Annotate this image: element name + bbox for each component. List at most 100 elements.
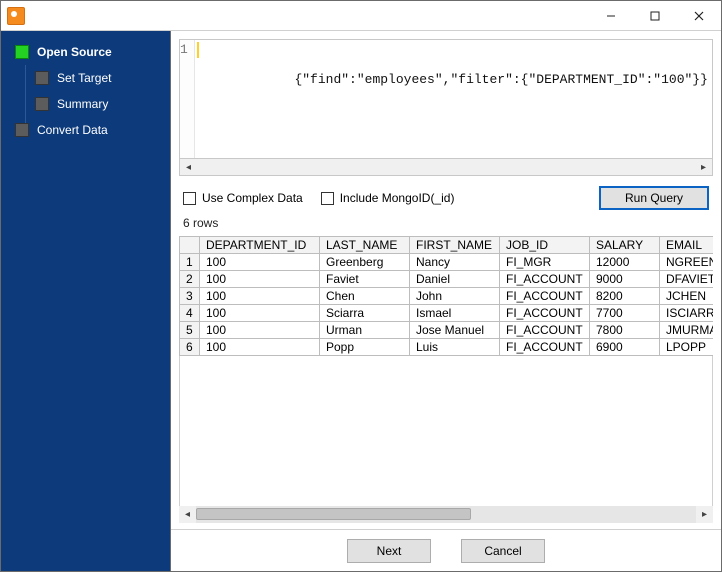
- include-mongoid-checkbox[interactable]: Include MongoID(_id): [321, 191, 455, 205]
- table-cell[interactable]: FI_ACCOUNT: [500, 339, 590, 356]
- column-header[interactable]: EMAIL: [660, 237, 714, 254]
- query-toolbar: Use Complex Data Include MongoID(_id) Ru…: [171, 176, 721, 214]
- table-cell[interactable]: FI_MGR: [500, 254, 590, 271]
- use-complex-data-checkbox[interactable]: Use Complex Data: [183, 191, 303, 205]
- table-cell[interactable]: JCHEN: [660, 288, 714, 305]
- column-label: LAST_NAME: [326, 238, 397, 252]
- titlebar: [1, 1, 721, 31]
- table-cell[interactable]: 12000: [590, 254, 660, 271]
- table-cell[interactable]: Daniel: [410, 271, 500, 288]
- row-number-cell: 2: [180, 271, 200, 288]
- column-header[interactable]: DEPARTMENT_ID: [200, 237, 320, 254]
- table-cell[interactable]: Luis: [410, 339, 500, 356]
- column-label: JOB_ID: [506, 238, 548, 252]
- sidebar-item-summary[interactable]: Summary: [1, 91, 170, 117]
- table-cell[interactable]: 100: [200, 305, 320, 322]
- table-cell[interactable]: Popp: [320, 339, 410, 356]
- minimize-button[interactable]: [589, 1, 633, 31]
- close-button[interactable]: [677, 1, 721, 31]
- table-header-row: DEPARTMENT_ID LAST_NAME FIRST_NAME JOB_I…: [180, 237, 714, 254]
- row-count-label: 6 rows: [171, 214, 721, 236]
- table-cell[interactable]: JMURMAN: [660, 322, 714, 339]
- column-header[interactable]: SALARY: [590, 237, 660, 254]
- cancel-button[interactable]: Cancel: [461, 539, 545, 563]
- table-cell[interactable]: ISCIARRA: [660, 305, 714, 322]
- column-label: FIRST_NAME: [416, 238, 492, 252]
- app-window: Open Source Set Target Summary Convert D…: [0, 0, 722, 572]
- table-cell[interactable]: FI_ACCOUNT: [500, 322, 590, 339]
- table-row[interactable]: 1100GreenbergNancyFI_MGR12000NGREENBE1: [180, 254, 714, 271]
- button-label: Cancel: [484, 544, 521, 558]
- table-cell[interactable]: 8200: [590, 288, 660, 305]
- editor-horizontal-scrollbar[interactable]: ◂ ▸: [179, 159, 713, 176]
- step-marker-icon: [35, 71, 49, 85]
- table-cell[interactable]: LPOPP: [660, 339, 714, 356]
- sidebar-item-label: Set Target: [57, 71, 111, 85]
- table-row[interactable]: 4100SciarraIsmaelFI_ACCOUNT7700ISCIARRA1: [180, 305, 714, 322]
- table-horizontal-scrollbar[interactable]: ◂ ▸: [179, 506, 713, 523]
- table-cell[interactable]: John: [410, 288, 500, 305]
- editor-code[interactable]: {"find":"employees","filter":{"DEPARTMEN…: [195, 40, 713, 158]
- table-cell[interactable]: 100: [200, 288, 320, 305]
- wizard-sidebar: Open Source Set Target Summary Convert D…: [1, 31, 171, 571]
- editor-gutter: 1: [180, 40, 195, 158]
- sidebar-item-open-source[interactable]: Open Source: [1, 39, 170, 65]
- table-cell[interactable]: DFAVIET: [660, 271, 714, 288]
- row-number-cell: 4: [180, 305, 200, 322]
- caret-icon: [197, 42, 199, 58]
- table-cell[interactable]: Chen: [320, 288, 410, 305]
- wizard-footer: Next Cancel: [171, 529, 721, 571]
- table-row[interactable]: 3100ChenJohnFI_ACCOUNT8200JCHEN1: [180, 288, 714, 305]
- maximize-icon: [650, 11, 660, 21]
- scroll-left-icon[interactable]: ◂: [180, 159, 197, 176]
- row-number-header: [180, 237, 200, 254]
- row-number-cell: 1: [180, 254, 200, 271]
- table-cell[interactable]: Nancy: [410, 254, 500, 271]
- sidebar-item-set-target[interactable]: Set Target: [1, 65, 170, 91]
- table-cell[interactable]: 100: [200, 339, 320, 356]
- sidebar-item-label: Convert Data: [37, 123, 108, 137]
- run-query-button[interactable]: Run Query: [599, 186, 709, 210]
- table-cell[interactable]: Jose Manuel: [410, 322, 500, 339]
- table-cell[interactable]: 7700: [590, 305, 660, 322]
- code-text: {"find":"employees","filter":{"DEPARTMEN…: [294, 72, 707, 87]
- table-cell[interactable]: 100: [200, 254, 320, 271]
- table-empty-area: [179, 356, 713, 506]
- table-cell[interactable]: Faviet: [320, 271, 410, 288]
- column-header[interactable]: JOB_ID: [500, 237, 590, 254]
- checkbox-icon: [183, 192, 196, 205]
- maximize-button[interactable]: [633, 1, 677, 31]
- row-number-cell: 3: [180, 288, 200, 305]
- table-cell[interactable]: FI_ACCOUNT: [500, 305, 590, 322]
- scroll-track[interactable]: [196, 506, 696, 523]
- scroll-right-icon[interactable]: ▸: [695, 159, 712, 176]
- step-marker-icon: [35, 97, 49, 111]
- table-cell[interactable]: FI_ACCOUNT: [500, 288, 590, 305]
- next-button[interactable]: Next: [347, 539, 431, 563]
- table-row[interactable]: 5100UrmanJose ManuelFI_ACCOUNT7800JMURMA…: [180, 322, 714, 339]
- scroll-track[interactable]: [197, 159, 695, 175]
- table-cell[interactable]: Urman: [320, 322, 410, 339]
- table-cell[interactable]: Sciarra: [320, 305, 410, 322]
- table-cell[interactable]: 6900: [590, 339, 660, 356]
- scroll-right-icon[interactable]: ▸: [696, 506, 713, 523]
- sidebar-item-convert-data[interactable]: Convert Data: [1, 117, 170, 143]
- table-cell[interactable]: 9000: [590, 271, 660, 288]
- results-table-wrap: DEPARTMENT_ID LAST_NAME FIRST_NAME JOB_I…: [179, 236, 713, 506]
- column-header[interactable]: FIRST_NAME: [410, 237, 500, 254]
- scroll-left-icon[interactable]: ◂: [179, 506, 196, 523]
- column-header[interactable]: LAST_NAME: [320, 237, 410, 254]
- table-row[interactable]: 2100FavietDanielFI_ACCOUNT9000DFAVIET1: [180, 271, 714, 288]
- table-cell[interactable]: Ismael: [410, 305, 500, 322]
- table-cell[interactable]: Greenberg: [320, 254, 410, 271]
- table-cell[interactable]: FI_ACCOUNT: [500, 271, 590, 288]
- table-row[interactable]: 6100PoppLuisFI_ACCOUNT6900LPOPP1: [180, 339, 714, 356]
- table-cell[interactable]: 7800: [590, 322, 660, 339]
- query-editor[interactable]: 1 {"find":"employees","filter":{"DEPARTM…: [179, 39, 713, 159]
- button-label: Next: [377, 544, 402, 558]
- scroll-thumb[interactable]: [196, 508, 471, 520]
- table-cell[interactable]: 100: [200, 271, 320, 288]
- table-cell[interactable]: 100: [200, 322, 320, 339]
- column-label: DEPARTMENT_ID: [206, 238, 306, 252]
- table-cell[interactable]: NGREENBE: [660, 254, 714, 271]
